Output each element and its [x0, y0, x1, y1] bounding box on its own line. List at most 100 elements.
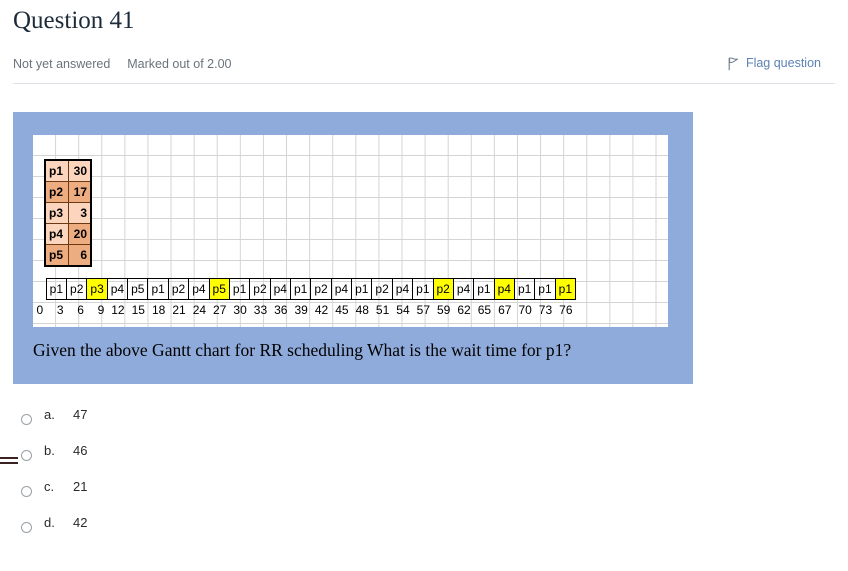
answer-option-d[interactable]: d. 42 — [0, 512, 848, 548]
answer-radio-d[interactable] — [21, 522, 32, 533]
gantt-slice-cell: p1 — [45, 278, 68, 300]
process-name-cell: p2 — [44, 181, 69, 203]
gantt-boundary-time: 51 — [375, 303, 390, 317]
answer-letter: c. — [44, 479, 55, 494]
gantt-boundary-time: 27 — [213, 303, 227, 317]
gantt-slice-cell: p2 — [371, 278, 393, 300]
process-burst-table: p1 30 p2 17 p3 3 p4 20 p5 6 — [44, 159, 92, 267]
process-burst-cell: 6 — [67, 244, 92, 267]
gantt-boundary-time: 48 — [355, 303, 369, 317]
answer-value: 42 — [73, 515, 88, 530]
gantt-boundary-time: 33 — [253, 303, 268, 317]
gantt-slice-cell: p4 — [493, 278, 515, 300]
left-edge-marker-bottom — [0, 462, 18, 464]
gantt-boundary-time: 45 — [335, 303, 349, 317]
process-burst-cell: 30 — [67, 159, 92, 182]
gantt-boundary-time: 30 — [233, 303, 247, 317]
gantt-slice-cell: p4 — [188, 278, 210, 300]
answer-radio-b[interactable] — [21, 450, 32, 461]
process-burst-cell: 3 — [67, 202, 92, 224]
gantt-slice-cell: p3 — [86, 278, 108, 300]
gantt-boundary-time: 57 — [416, 303, 430, 317]
answer-radio-c[interactable] — [21, 486, 32, 497]
table-row: p4 20 — [44, 223, 92, 245]
gantt-slice-cell: p1 — [147, 278, 169, 300]
gantt-boundary-time: 42 — [314, 303, 329, 317]
answer-options-list: a. 47 b. 46 c. 21 d. 42 — [0, 404, 848, 548]
gantt-slice-cell: p4 — [269, 278, 291, 300]
gantt-slice-cell: p4 — [106, 278, 129, 300]
gantt-boundary-time: 39 — [294, 303, 308, 317]
page-title: Question 41 — [13, 7, 135, 34]
process-burst-cell: 20 — [67, 223, 92, 245]
marked-out-of: Marked out of 2.00 — [127, 57, 232, 71]
gantt-boundary-time: 76 — [559, 303, 573, 317]
table-row: p5 6 — [44, 244, 92, 267]
process-burst-cell: 17 — [67, 181, 92, 203]
gantt-slice-cell: p5 — [208, 278, 230, 300]
answer-option-a[interactable]: a. 47 — [0, 404, 848, 440]
gantt-slice-cell: p2 — [432, 278, 454, 300]
header-divider — [13, 83, 835, 84]
flag-question-button[interactable]: Flag question — [728, 56, 821, 71]
gantt-boundary-time: 21 — [172, 303, 186, 317]
gantt-slice-cell: p4 — [330, 278, 353, 300]
answer-value: 47 — [73, 407, 88, 422]
spreadsheet-grid: p1 30 p2 17 p3 3 p4 20 p5 6 p1 p2 p3 p4 p5 p1 p2 p4 p5 p1 p… — [33, 135, 668, 327]
gantt-slice-cell: p2 — [66, 278, 88, 300]
gantt-boundary-time: 3 — [56, 303, 64, 317]
answer-option-c[interactable]: c. 21 — [0, 476, 848, 512]
answer-option-b[interactable]: b. 46 — [0, 440, 848, 476]
gantt-slice-cell: p2 — [249, 278, 271, 300]
process-name-cell: p1 — [44, 159, 69, 182]
gantt-boundary-time: 18 — [151, 303, 166, 317]
process-name-cell: p3 — [44, 202, 69, 224]
gantt-slice-cell: p1 — [534, 278, 556, 300]
process-name-cell: p5 — [44, 244, 69, 267]
process-name-cell: p4 — [44, 223, 69, 245]
gantt-slice-cell: p1 — [473, 278, 495, 300]
flag-icon — [728, 57, 739, 71]
gantt-boundary-time: 65 — [477, 303, 492, 317]
gantt-slice-cell: p1 — [228, 278, 251, 300]
gantt-timeline-table: p1 p2 p3 p4 p5 p1 p2 p4 p5 p1 p2 p4 p1 p2 p4 p1 p2 p4 p1 p2… — [33, 278, 577, 320]
gantt-slice-cell: p1 — [351, 278, 373, 300]
gantt-start-time: 0 — [36, 302, 44, 317]
answer-value: 21 — [73, 479, 88, 494]
gantt-boundary-time: 70 — [518, 303, 532, 317]
gantt-boundary-time: 59 — [437, 303, 451, 317]
gantt-slice-cell: p4 — [391, 278, 414, 300]
gantt-slice-cell: p5 — [127, 278, 149, 300]
gantt-boundary-time: 12 — [111, 303, 125, 317]
answer-radio-a[interactable] — [21, 414, 32, 425]
gantt-boundary-time: 62 — [457, 303, 471, 317]
gantt-boundary-time: 67 — [498, 303, 512, 317]
gantt-boundary-time: 54 — [396, 303, 410, 317]
question-page: Question 41 Not yet answered Marked out … — [0, 0, 848, 571]
gantt-boundary-time: 15 — [131, 303, 145, 317]
gantt-boundary-time: 36 — [274, 303, 288, 317]
answer-value: 46 — [73, 443, 88, 458]
flag-question-label: Flag question — [745, 56, 821, 70]
gantt-chart-panel: p1 30 p2 17 p3 3 p4 20 p5 6 p1 p2 p3 p4 p5 p1 p2 p4 p5 p1 p… — [13, 112, 693, 384]
gantt-slice-cell: p1 — [513, 278, 536, 300]
gantt-lead-cell — [33, 279, 46, 300]
gantt-boundary-time: 6 — [77, 303, 84, 317]
answer-letter: b. — [44, 443, 55, 458]
table-row: p2 17 — [44, 181, 92, 203]
gantt-boundary-time: 9 — [97, 303, 105, 317]
gantt-timeline: p1 p2 p3 p4 p5 p1 p2 p4 p5 p1 p2 p4 p1 p2 p4 p1 p2 p4 p1 p2… — [33, 278, 577, 320]
gantt-process-row: p1 p2 p3 p4 p5 p1 p2 p4 p5 p1 p2 p4 p1 p2 p4 p1 p2 p4 p1 p2… — [33, 278, 577, 300]
answer-letter: d. — [44, 515, 55, 530]
gantt-slice-cell: p2 — [310, 278, 332, 300]
table-row: p3 3 — [44, 202, 92, 224]
gantt-slice-cell: p1 — [289, 278, 312, 300]
gantt-boundary-time: 24 — [192, 303, 207, 317]
gantt-slice-cell: p4 — [452, 278, 475, 300]
answer-letter: a. — [44, 407, 55, 422]
left-edge-marker-top — [0, 457, 18, 459]
process-table-body: p1 30 p2 17 p3 3 p4 20 p5 6 — [44, 159, 92, 267]
gantt-slice-cell: p2 — [167, 278, 190, 300]
gantt-slice-cell: p1 — [412, 278, 434, 300]
table-row: p1 30 — [44, 159, 92, 182]
